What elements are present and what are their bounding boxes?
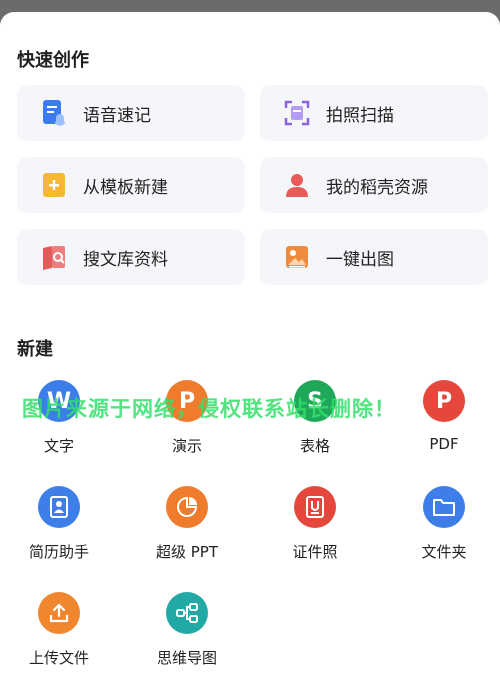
template-card[interactable]: 从模板新建	[17, 157, 245, 213]
user-icon	[280, 168, 314, 202]
image-generate-card[interactable]: 一键出图	[260, 229, 488, 285]
super-ppt[interactable]: 超级 PPT	[132, 486, 242, 586]
presentation-label: 演示	[171, 437, 202, 455]
template-label: 从模板新建	[83, 177, 168, 198]
resume-assistant[interactable]: 简历助手	[4, 486, 114, 586]
new-section-title: 新建	[17, 339, 53, 360]
id-photo[interactable]: 证件照	[260, 486, 370, 586]
upload-icon	[38, 592, 80, 634]
create-sheet: 快速创作 语音速记 拍照扫描 从模板新建 我的稻壳资源 搜文库资料 一键出图 新…	[0, 12, 500, 690]
folder-icon	[423, 486, 465, 528]
voice-note-card[interactable]: 语音速记	[17, 85, 245, 141]
scan-icon	[280, 96, 314, 130]
resume-icon	[38, 486, 80, 528]
id-photo-label: 证件照	[292, 543, 338, 561]
voice-note-icon	[37, 96, 71, 130]
image-generate-label: 一键出图	[326, 249, 394, 270]
pdf-label: PDF	[429, 435, 459, 453]
docer-resource-card[interactable]: 我的稻壳资源	[260, 157, 488, 213]
pdf-icon: P	[423, 380, 465, 422]
mind-map-icon	[166, 592, 208, 634]
voice-note-label: 语音速记	[83, 105, 151, 126]
library-search-label: 搜文库资料	[83, 249, 168, 270]
super-ppt-label: 超级 PPT	[155, 543, 219, 561]
resume-label: 简历助手	[28, 543, 89, 561]
writer-label: 文字	[43, 437, 74, 455]
upload-label: 上传文件	[28, 649, 89, 667]
image-generate-icon	[280, 240, 314, 274]
watermark-text: 图片来源于网络，侵权联系站长删除！	[22, 397, 396, 421]
id-photo-icon	[294, 486, 336, 528]
upload-file[interactable]: 上传文件	[4, 592, 114, 690]
quick-create-title: 快速创作	[17, 50, 89, 71]
new-pdf[interactable]: P PDF	[389, 380, 499, 480]
docer-resource-label: 我的稻壳资源	[326, 177, 428, 198]
library-search-icon	[37, 240, 71, 274]
spreadsheet-label: 表格	[299, 437, 330, 455]
mind-map[interactable]: 思维导图	[132, 592, 242, 690]
scan-card[interactable]: 拍照扫描	[260, 85, 488, 141]
scan-label: 拍照扫描	[326, 105, 394, 126]
new-folder[interactable]: 文件夹	[389, 486, 499, 586]
library-search-card[interactable]: 搜文库资料	[17, 229, 245, 285]
pie-chart-icon	[166, 486, 208, 528]
template-icon	[37, 168, 71, 202]
folder-label: 文件夹	[421, 543, 467, 561]
mind-map-label: 思维导图	[156, 649, 217, 667]
